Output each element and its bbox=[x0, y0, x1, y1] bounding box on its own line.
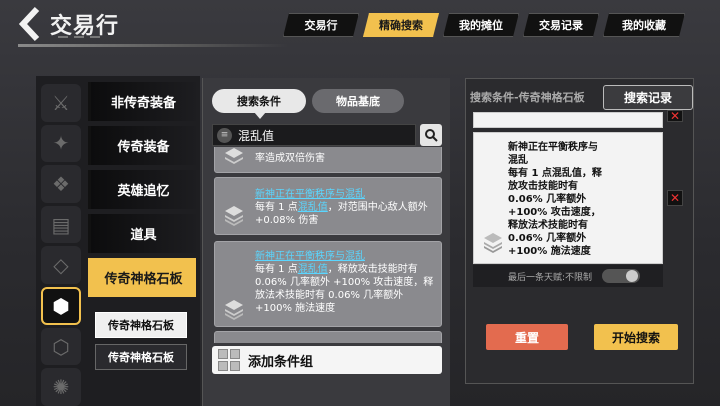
title-decoration bbox=[58, 36, 108, 41]
stack-icon bbox=[225, 300, 243, 320]
close-icon[interactable]: ✕ bbox=[667, 190, 683, 206]
card-title[interactable]: 新神正在平衡秩序与混乱 bbox=[255, 250, 437, 263]
close-icon[interactable]: ✕ bbox=[667, 109, 683, 123]
legendary-tablet-icon[interactable]: ◇ bbox=[41, 246, 81, 284]
tab-trade-records[interactable]: 交易记录 bbox=[523, 13, 599, 37]
stack-icon bbox=[225, 206, 243, 226]
condition-card-text: 率造成双倍伤害 bbox=[255, 152, 437, 165]
category-items[interactable]: 道具 bbox=[88, 214, 196, 253]
category-legendary-slate[interactable]: 传奇神格石板 bbox=[88, 258, 196, 297]
legendary-gear-icon[interactable]: ✦ bbox=[41, 124, 81, 163]
condition-card-text: 新神正在平衡秩序与混乱 每有 1 点混乱值，释放攻击技能时有 0.06% 几率额… bbox=[255, 250, 437, 315]
search-input[interactable]: ≡ 混乱值 bbox=[212, 124, 416, 146]
stack-icon bbox=[484, 233, 502, 253]
selected-condition-card[interactable]: 新神正在平衡秩序与 混乱 每有 1 点混乱值，释 放攻击技能时有 0.06% 几… bbox=[473, 132, 663, 264]
last-talent-label: 最后一条天赋:不限制 bbox=[508, 272, 593, 283]
stack-icon bbox=[225, 148, 243, 164]
tab-item-base[interactable]: 物品基底 bbox=[312, 89, 404, 113]
start-search-button[interactable]: 开始搜索 bbox=[594, 324, 678, 350]
condition-card[interactable] bbox=[214, 331, 442, 343]
tab-trade[interactable]: 交易行 bbox=[283, 13, 359, 37]
condition-card-text: 新神正在平衡秩序与混乱 每有 1 点混乱值，对范围中心敌人额外 +0.08% 伤… bbox=[255, 188, 437, 227]
selected-condition-text: 新神正在平衡秩序与 混乱 每有 1 点混乱值，释 放攻击技能时有 0.06% 几… bbox=[508, 142, 602, 257]
add-condition-group-button[interactable]: 添加条件组 bbox=[212, 346, 442, 374]
back-button[interactable] bbox=[10, 4, 50, 44]
segment-pointer bbox=[254, 112, 266, 119]
add-group-label: 添加条件组 bbox=[248, 354, 314, 370]
tab-my-stall[interactable]: 我的摊位 bbox=[443, 13, 519, 37]
condition-card[interactable]: 新神正在平衡秩序与混乱 每有 1 点混乱值，释放攻击技能时有 0.06% 几率额… bbox=[214, 241, 442, 327]
filter-icon: ≡ bbox=[217, 127, 232, 143]
category-icon-column: ⚔ ✦ ❖ ▤ ◇ ⬢ ⬡ ✺ bbox=[38, 84, 84, 406]
card-text-before: 每有 1 点 bbox=[255, 202, 298, 213]
subcategory-legendary-slate-1[interactable]: 传奇神格石板 bbox=[95, 312, 187, 338]
category-list: 非传奇装备 传奇装备 英雄追忆 道具 传奇神格石板 bbox=[88, 82, 196, 297]
condition-card-list: 率造成双倍伤害 新神正在平衡秩序与混乱 每有 1 点混乱值，对范围中心敌人额外 … bbox=[214, 147, 442, 343]
item-icon[interactable]: ▤ bbox=[41, 205, 81, 244]
search-value: 混乱值 bbox=[238, 128, 275, 143]
tab-precise-search[interactable]: 精确搜索 bbox=[363, 13, 439, 37]
selected-conditions-title: 搜索条件-传奇神格石板 bbox=[470, 91, 585, 104]
hero-memory-icon[interactable]: ❖ bbox=[41, 165, 81, 203]
selected-condition-card[interactable] bbox=[473, 112, 663, 128]
non-legendary-gear-icon[interactable]: ⚔ bbox=[41, 84, 81, 122]
reset-button[interactable]: 重置 bbox=[486, 324, 568, 350]
search-button[interactable] bbox=[420, 124, 442, 146]
tab-favorites[interactable]: 我的收藏 bbox=[603, 13, 685, 37]
card-text-before: 每有 1 点 bbox=[255, 264, 298, 275]
title-underline bbox=[18, 44, 288, 47]
misc-category-icon[interactable]: ✺ bbox=[41, 368, 81, 406]
chevron-left-icon bbox=[18, 6, 40, 42]
magnifier-icon bbox=[425, 129, 438, 142]
condition-card[interactable]: 新神正在平衡秩序与混乱 每有 1 点混乱值，对范围中心敌人额外 +0.08% 伤… bbox=[214, 177, 442, 235]
legendary-slate-icon[interactable]: ⬢ bbox=[41, 286, 81, 325]
category-hero-memory[interactable]: 英雄追忆 bbox=[88, 170, 196, 209]
condition-card[interactable]: 率造成双倍伤害 bbox=[214, 147, 442, 173]
category-non-legendary-gear[interactable]: 非传奇装备 bbox=[88, 82, 196, 121]
top-bar: 交易行 交易行 精确搜索 我的摊位 交易记录 我的收藏 bbox=[0, 0, 720, 50]
top-tabs: 交易行 精确搜索 我的摊位 交易记录 我的收藏 bbox=[283, 13, 685, 37]
card-highlight[interactable]: 混乱值 bbox=[298, 202, 328, 213]
grid-icon bbox=[218, 349, 240, 371]
card-highlight[interactable]: 混乱值 bbox=[298, 264, 328, 275]
card-title[interactable]: 新神正在平衡秩序与混乱 bbox=[255, 188, 437, 201]
category-legendary-gear[interactable]: 传奇装备 bbox=[88, 126, 196, 165]
tab-search-conditions[interactable]: 搜索条件 bbox=[212, 89, 306, 113]
last-talent-toggle[interactable] bbox=[602, 269, 640, 283]
search-history-button[interactable]: 搜索记录 bbox=[603, 85, 693, 110]
subcategory-legendary-slate-2[interactable]: 传奇神格石板 bbox=[95, 344, 187, 370]
slate-sub-icon[interactable]: ⬡ bbox=[41, 327, 81, 366]
card-text-after: 率造成双倍伤害 bbox=[255, 153, 325, 164]
